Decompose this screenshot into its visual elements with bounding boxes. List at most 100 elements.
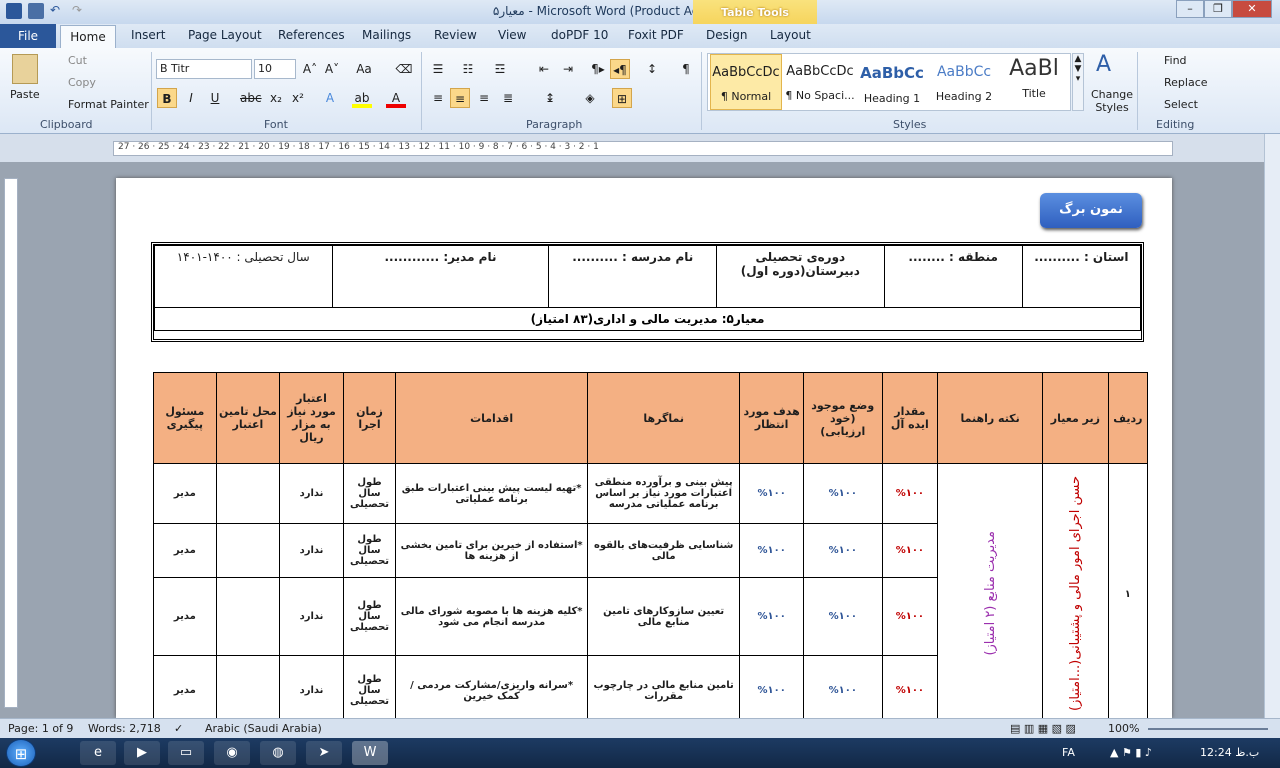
- explorer-icon[interactable]: ▭: [168, 741, 204, 765]
- style-name: Title: [1022, 87, 1046, 100]
- tab-dopdf[interactable]: doPDF 10: [551, 28, 608, 42]
- underline-icon[interactable]: U: [205, 88, 225, 108]
- credit-cell: ندارد: [279, 655, 344, 726]
- current-cell: %۱۰۰: [802, 523, 883, 578]
- strikethrough-icon[interactable]: abc: [240, 88, 262, 108]
- vertical-scrollbar[interactable]: [1264, 134, 1280, 718]
- action-cell: *کلیه هزینه ها با مصوبه شورای مالی مدرسه…: [395, 577, 588, 656]
- bold-icon[interactable]: B: [157, 88, 177, 108]
- time-cell: طول سال تحصیلی: [342, 523, 397, 578]
- grow-font-icon[interactable]: A˄: [300, 59, 320, 79]
- styles-scroll-icon[interactable]: ▲ ▼ ▾: [1072, 53, 1084, 111]
- increase-indent-icon[interactable]: ⇥: [558, 59, 578, 79]
- tab-foxit[interactable]: Foxit PDF: [628, 28, 684, 42]
- style-heading-1[interactable]: AaBbCc Heading 1: [856, 54, 928, 110]
- media-player-icon[interactable]: ▶: [124, 741, 160, 765]
- vertical-ruler[interactable]: [4, 178, 18, 708]
- target-cell: %۱۰۰: [739, 655, 804, 726]
- italic-icon[interactable]: I: [181, 88, 201, 108]
- font-name-combo[interactable]: B Titr: [156, 59, 252, 79]
- clock[interactable]: 12:24 ب.ظ: [1200, 746, 1259, 759]
- minimize-button[interactable]: –: [1176, 0, 1204, 18]
- horizontal-ruler[interactable]: 27 · 26 · 25 · 24 · 23 · 22 · 21 · 20 · …: [113, 141, 1173, 156]
- replace-button[interactable]: Replace: [1164, 76, 1208, 89]
- ltr-icon[interactable]: ¶▸: [588, 59, 608, 79]
- decrease-indent-icon[interactable]: ⇤: [534, 59, 554, 79]
- tab-page-layout[interactable]: Page Layout: [188, 28, 262, 42]
- source-cell: [215, 523, 281, 578]
- highlight-icon[interactable]: ab: [352, 88, 372, 108]
- numbering-icon[interactable]: ☷: [458, 59, 478, 79]
- style-preview: AaBl: [1009, 56, 1059, 81]
- paste-icon[interactable]: [12, 54, 38, 84]
- proofing-icon[interactable]: ✓: [174, 722, 183, 735]
- find-button[interactable]: Find: [1164, 54, 1187, 67]
- close-button[interactable]: ✕: [1232, 0, 1272, 18]
- tab-view[interactable]: View: [498, 28, 526, 42]
- view-buttons[interactable]: ▤ ▥ ▦ ▧ ▨: [1010, 722, 1076, 735]
- align-right-icon[interactable]: ≡: [474, 88, 494, 108]
- maximize-button[interactable]: ❐: [1204, 0, 1232, 18]
- source-cell: [215, 655, 281, 726]
- subscript-icon[interactable]: x₂: [266, 88, 286, 108]
- change-case-icon[interactable]: Aa: [354, 59, 374, 79]
- input-language[interactable]: FA: [1062, 746, 1075, 759]
- chrome-icon[interactable]: ◉: [214, 741, 250, 765]
- telegram-icon[interactable]: ➤: [306, 741, 342, 765]
- borders-icon[interactable]: ⊞: [612, 88, 632, 108]
- style-title[interactable]: AaBl Title: [998, 54, 1070, 110]
- style-heading-2[interactable]: AaBbCc Heading 2: [928, 54, 1000, 110]
- word-count[interactable]: Words: 2,718: [88, 722, 161, 735]
- zoom-level[interactable]: 100%: [1108, 722, 1139, 735]
- font-color-icon[interactable]: A: [386, 88, 406, 108]
- multilevel-list-icon[interactable]: ☲: [490, 59, 510, 79]
- paste-button[interactable]: Paste: [10, 88, 40, 101]
- line-spacing-icon[interactable]: ↨: [540, 88, 560, 108]
- clipboard-group-label: Clipboard: [40, 118, 93, 131]
- align-center-icon[interactable]: ≡: [450, 88, 470, 108]
- copy-button[interactable]: Copy: [68, 76, 96, 89]
- text-effects-icon[interactable]: A: [320, 88, 340, 108]
- style-no-spacing[interactable]: AaBbCcDc ¶ No Spaci...: [784, 54, 856, 110]
- show-marks-icon[interactable]: ¶: [676, 59, 696, 79]
- clear-format-icon[interactable]: ⌫: [394, 59, 414, 79]
- tab-home[interactable]: Home: [60, 25, 116, 49]
- start-button[interactable]: ⊞: [6, 739, 36, 767]
- word-taskbar-icon[interactable]: W: [352, 741, 388, 765]
- style-normal[interactable]: AaBbCcDc ¶ Normal: [710, 54, 782, 110]
- zoom-slider[interactable]: [1148, 728, 1268, 730]
- tab-layout[interactable]: Layout: [770, 28, 811, 42]
- font-size-combo[interactable]: 10: [254, 59, 296, 79]
- styles-gallery[interactable]: AaBbCcDc ¶ Normal AaBbCcDc ¶ No Spaci... A…: [707, 53, 1071, 111]
- province-cell: استان : ..........: [1021, 245, 1142, 308]
- indicator-cell: تامین منابع مالی در چارچوب مقررات: [586, 655, 741, 726]
- bullets-icon[interactable]: ☰: [428, 59, 448, 79]
- tray-icons[interactable]: ▲ ⚑ ▮ ♪: [1110, 746, 1152, 759]
- shrink-font-icon[interactable]: A˅: [322, 59, 342, 79]
- tab-file[interactable]: File: [0, 24, 56, 48]
- shading-icon[interactable]: ◈: [580, 88, 600, 108]
- firefox-icon[interactable]: ◍: [260, 741, 296, 765]
- tab-review[interactable]: Review: [434, 28, 477, 42]
- page-count[interactable]: Page: 1 of 9: [8, 722, 73, 735]
- language-indicator[interactable]: Arabic (Saudi Arabia): [205, 722, 322, 735]
- ribbon-home: Paste Cut Copy Format Painter Clipboard …: [0, 48, 1280, 134]
- tab-mailings[interactable]: Mailings: [362, 28, 411, 42]
- form-button[interactable]: نمون برگ: [1040, 193, 1142, 228]
- format-painter-button[interactable]: Format Painter: [68, 98, 149, 111]
- tab-references[interactable]: References: [278, 28, 345, 42]
- tab-insert[interactable]: Insert: [131, 28, 165, 42]
- ie-icon[interactable]: e: [80, 741, 116, 765]
- change-styles-button[interactable]: Change Styles: [1090, 88, 1134, 114]
- responsible-cell: مدیر: [153, 463, 217, 524]
- sort-icon[interactable]: ↕: [642, 59, 662, 79]
- change-styles-icon[interactable]: A: [1096, 52, 1111, 77]
- tab-design[interactable]: Design: [706, 28, 747, 42]
- superscript-icon[interactable]: x²: [288, 88, 308, 108]
- align-left-icon[interactable]: ≡: [428, 88, 448, 108]
- cut-button[interactable]: Cut: [68, 54, 87, 67]
- justify-icon[interactable]: ≣: [498, 88, 518, 108]
- rtl-icon[interactable]: ◂¶: [610, 59, 630, 79]
- select-button[interactable]: Select: [1164, 98, 1198, 111]
- font-group-label: Font: [264, 118, 288, 131]
